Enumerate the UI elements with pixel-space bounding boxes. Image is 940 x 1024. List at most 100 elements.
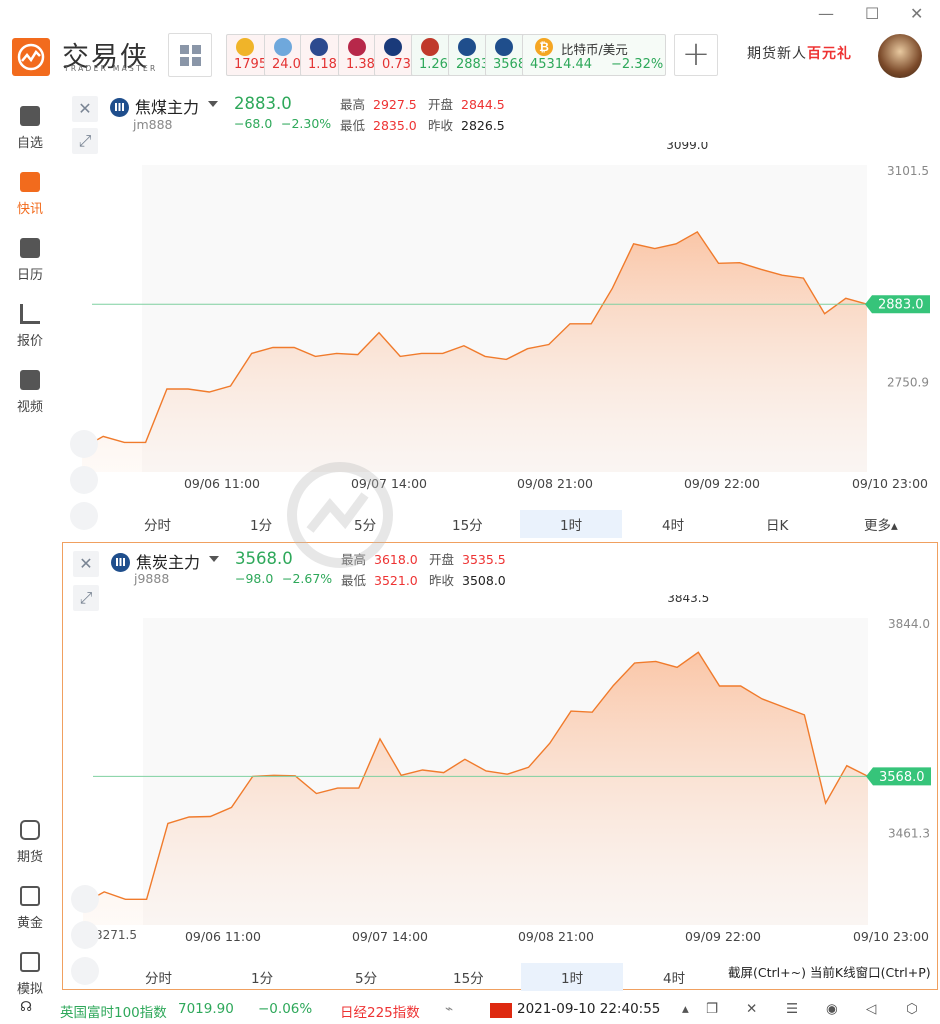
ticker-6[interactable]: 2883 [448,34,489,76]
sidebar-item-simulate[interactable]: 模拟 [0,944,60,1004]
stat-label: 开盘 [428,97,454,112]
area-chart-icon[interactable] [71,885,99,913]
timeframe-0[interactable]: 分时 [144,514,171,534]
timeframe-4[interactable]: 1时 [521,963,624,991]
ticker-4[interactable]: 0.738 [374,34,415,76]
price-change: −98.0 [235,571,274,586]
mute-icon[interactable]: ◁ [866,1001,876,1017]
index1-value: 7019.90 [178,1001,234,1017]
timeframe-2[interactable]: 5分 [355,967,377,987]
ticker-name: 比特币/美元 [561,42,628,57]
sidebar-item-calendar[interactable]: 日历 [0,230,60,290]
x-tick-label: 09/10 23:00 [853,929,929,944]
window-icon[interactable]: ❐ [706,1001,718,1017]
sidebar-item-video[interactable]: 视频 [0,362,60,422]
chevron-down-icon[interactable] [208,101,218,107]
ticker-change: −2.32% [611,57,664,72]
timeframe-7[interactable]: 更多▴ [864,514,898,534]
ticker-1[interactable]: 24.08 [264,34,304,76]
sidebar-item-news[interactable]: 快讯 [0,164,60,224]
y-tick-label: 3271.5 [95,928,137,942]
timeframe-0[interactable]: 分时 [145,967,172,987]
camera-icon[interactable]: ◉ [826,1001,838,1017]
bookmark-icon [20,106,40,126]
add-ticker-button[interactable]: + [674,34,718,76]
instrument-code: jm888 [133,117,173,132]
close-icon[interactable]: ✕ [73,551,99,577]
headset-icon[interactable]: ☊ [20,999,32,1015]
timeframe-3[interactable]: 15分 [453,967,484,987]
promo-text: 期货新人 [747,46,807,62]
timeframe-5[interactable]: 4时 [663,967,685,987]
x-tick-label: 09/08 21:00 [517,476,593,491]
timeframe-5[interactable]: 4时 [662,514,684,534]
settings-icon[interactable]: ⬡ [906,1001,918,1017]
ticker-0[interactable]: 1795 [226,34,268,76]
sidebar-item-label: 视频 [16,400,43,415]
chart-icon [20,304,40,324]
ticker-5[interactable]: 1.262 [411,34,452,76]
timeframe-2[interactable]: 5分 [354,514,376,534]
sidebar-item-label: 报价 [16,334,43,349]
panel-header: ✕ 焦煤主力 jm888 2883.0 −68.0 −2.30% 最高 2927.… [62,90,938,142]
minimize-icon[interactable]: — [818,4,834,23]
top-bar: 交易侠 TRADER MASTER 179524.081.1831.3850.7… [0,0,940,90]
timeframe-1[interactable]: 1分 [251,967,273,987]
chevron-down-icon[interactable] [209,556,219,562]
current-price-label: 2883.0 [878,298,924,313]
calendar-icon [20,238,40,258]
chart-panel-coke: ✕ 焦炭主力 j9888 3568.0 −98.0 −2.67% 最高 3618.… [62,542,938,991]
instrument-title[interactable]: 焦炭主力 [136,549,200,573]
avatar[interactable] [878,34,922,78]
timeframe-3[interactable]: 15分 [452,514,483,534]
current-price-label: 3568.0 [879,770,925,785]
maximize-icon[interactable]: ☐ [865,4,879,23]
list-icon [20,172,40,192]
sidebar-item-gold[interactable]: 黄金 [0,878,60,938]
pencil-icon[interactable] [71,921,99,949]
ticker-3[interactable]: 1.385 [338,34,378,76]
silver-coin-icon [274,38,292,56]
ticker-2[interactable]: 1.183 [300,34,342,76]
stat-high: 最高 3618.0 [341,549,418,568]
y-tick-label: 3844.0 [888,617,930,631]
bars-icon [495,38,513,56]
pencil-icon[interactable] [70,466,98,494]
price-chart[interactable]: 3568.0 3843.5 3844.0 3461.3 3271.5 09/06 11:0… [63,595,937,957]
index1-name[interactable]: 英国富时100指数 [60,1001,167,1021]
index1-change: −0.06% [258,1001,313,1017]
tools-icon[interactable]: ✕ [746,1001,757,1017]
stat-value: 2826.5 [461,118,505,133]
gold-icon [20,886,40,906]
close-window-icon[interactable]: ✕ [910,4,923,23]
screenshot-hint: 截屏(Ctrl+~) 当前K线窗口(Ctrl+P) [728,962,933,981]
sidebar-item-futures[interactable]: 期货 [0,812,60,872]
y-tick-label: 2750.9 [887,376,929,390]
stat-open: 开盘 3535.5 [429,549,506,568]
timeframe-1[interactable]: 1分 [250,514,272,534]
sidebar-item-watchlist[interactable]: 自选 [0,98,60,158]
menu-icon[interactable]: ☰ [786,1001,798,1017]
area-chart-icon[interactable] [70,430,98,458]
stat-value: 2835.0 [373,118,417,133]
chevron-up-icon[interactable]: ▴ [682,1001,689,1017]
stat-prev-close: 昨收 2826.5 [428,115,505,134]
link-icon[interactable]: ⌁ [445,1001,453,1017]
stat-low: 最低 2835.0 [340,115,417,134]
bitcoin-icon: ₿ [535,38,553,56]
promo-banner[interactable]: 期货新人百元礼 [747,43,852,63]
sidebar-item-quotes[interactable]: 报价 [0,296,60,356]
price-chart[interactable]: 2883.0 3099.0 3101.5 2750.9 09/06 11:00 09/07… [62,142,938,502]
current-price-tag: 3568.0 [866,767,931,786]
index2-name[interactable]: 日经225指数 [340,1001,420,1021]
x-tick-label: 09/07 14:00 [351,476,427,491]
ticker-value: 1795 [234,57,268,72]
ticker-bitcoin[interactable]: ₿ 比特币/美元 45314.44 −2.32% [522,34,666,76]
layout-grid-button[interactable] [168,33,212,77]
ticker-value: 1.183 [308,57,342,72]
timeframe-4[interactable]: 1时 [520,510,623,538]
close-icon[interactable]: ✕ [72,96,98,122]
instrument-title[interactable]: 焦煤主力 [135,94,199,118]
timeframe-6[interactable]: 日K [766,514,788,534]
stat-label: 昨收 [429,573,455,588]
